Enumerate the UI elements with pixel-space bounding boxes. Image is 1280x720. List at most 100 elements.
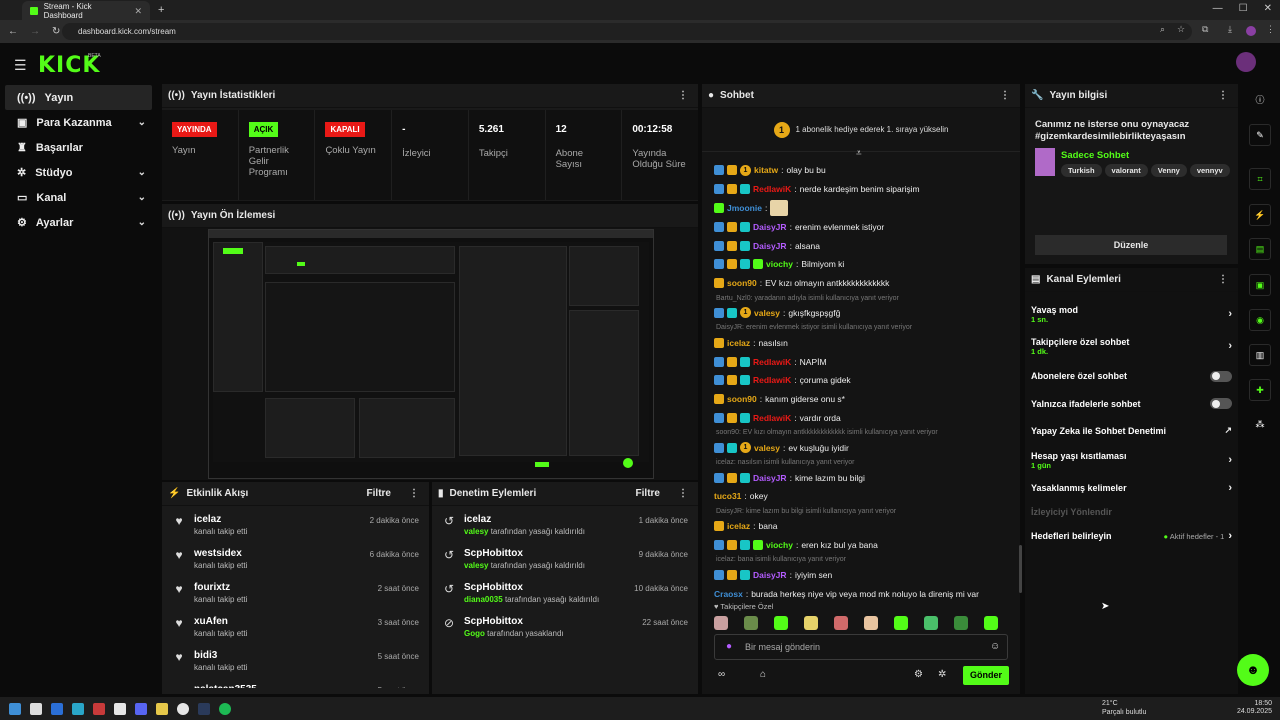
feed-user[interactable]: bidi3 bbox=[194, 650, 247, 661]
chat-tools-icon[interactable]: ✲ bbox=[938, 669, 946, 680]
tag-chip[interactable]: valorant bbox=[1104, 164, 1148, 177]
browser-tab[interactable]: Stream - Kick Dashboard ✕ bbox=[22, 1, 150, 21]
filter-button[interactable]: Filtre bbox=[367, 488, 391, 499]
mod-actor[interactable]: valesy bbox=[464, 527, 488, 536]
more-options-icon[interactable]: ⋮ bbox=[678, 488, 688, 499]
chat-username[interactable]: RedIawiK bbox=[753, 357, 791, 367]
minimize-icon[interactable]: — bbox=[1213, 3, 1223, 14]
more-options-icon[interactable]: ⋮ bbox=[1218, 90, 1228, 101]
emote-icon[interactable] bbox=[714, 616, 728, 630]
app-icon[interactable] bbox=[93, 702, 105, 715]
weather-widget[interactable]: 21°C Parçalı bulutlu bbox=[1102, 699, 1146, 717]
microphone-icon[interactable]: ● bbox=[726, 641, 732, 652]
lightning-icon[interactable]: ⚡ bbox=[1249, 204, 1271, 226]
sidebar-item-yayin[interactable]: ((•)) Yayın bbox=[5, 85, 152, 110]
app-icon[interactable] bbox=[51, 702, 63, 715]
new-tab-icon[interactable]: + bbox=[158, 4, 164, 16]
sidebar-item-para-kazanma[interactable]: ▣ Para Kazanma ⌄ bbox=[5, 110, 152, 135]
app-icon[interactable] bbox=[114, 702, 126, 715]
user-avatar[interactable] bbox=[1236, 52, 1256, 72]
edit-stream-info-button[interactable]: Düzenle bbox=[1035, 235, 1227, 255]
feed-user[interactable]: nalatcan3535 bbox=[194, 684, 257, 688]
apps-icon[interactable]: ⁂ bbox=[1249, 414, 1271, 436]
broadcast-icon[interactable]: ◉ bbox=[1249, 309, 1271, 331]
chat-username[interactable]: DaisyJR bbox=[753, 241, 787, 251]
chat-username[interactable]: kitatw bbox=[754, 165, 778, 175]
send-button[interactable]: Gönder bbox=[963, 666, 1009, 685]
more-options-icon[interactable]: ⋮ bbox=[409, 488, 419, 499]
more-options-icon[interactable]: ⋮ bbox=[1000, 90, 1010, 101]
emote-icon[interactable] bbox=[984, 616, 998, 630]
mod-target[interactable]: ScpHobittox bbox=[464, 548, 585, 559]
chat-settings-icon[interactable]: ⚙ bbox=[914, 669, 923, 680]
browser-menu-icon[interactable]: ⋮ bbox=[1266, 24, 1275, 35]
reload-icon[interactable]: ↻ bbox=[52, 26, 60, 37]
edit-pencil-icon[interactable]: ✎ bbox=[1249, 124, 1271, 146]
more-options-icon[interactable]: ⋮ bbox=[678, 90, 688, 101]
expand-pinned-icon[interactable]: ⩡ bbox=[856, 148, 862, 159]
tag-chip[interactable]: vennyv bbox=[1189, 164, 1230, 177]
profile-icon[interactable] bbox=[1246, 26, 1256, 36]
discord-icon[interactable] bbox=[135, 702, 147, 715]
sidebar-item-ayarlar[interactable]: ⚙ Ayarlar ⌄ bbox=[5, 210, 152, 235]
emote-icon[interactable] bbox=[894, 616, 908, 630]
chat-username[interactable]: soon90 bbox=[727, 278, 757, 288]
subscribers-only-toggle[interactable] bbox=[1210, 370, 1232, 382]
emote-icon[interactable] bbox=[774, 616, 788, 630]
chat-icon[interactable]: ▣ bbox=[1249, 274, 1271, 296]
close-tab-icon[interactable]: ✕ bbox=[134, 6, 142, 17]
ai-moderation-row[interactable]: Yapay Zeka ile Sohbet Denetimi ↗ bbox=[1025, 417, 1238, 444]
steam-icon[interactable] bbox=[198, 702, 210, 715]
set-goals-row[interactable]: Hedefleri belirleyin ● Aktif hedefler - … bbox=[1025, 524, 1238, 548]
emote-only-toggle[interactable] bbox=[1210, 398, 1232, 409]
slow-mode-row[interactable]: Yavaş mod 1 sn. › bbox=[1025, 298, 1238, 330]
more-options-icon[interactable]: ⋮ bbox=[1218, 274, 1228, 285]
emote-icon[interactable] bbox=[864, 616, 878, 630]
chat-scrollbar[interactable] bbox=[1019, 545, 1022, 593]
chat-username[interactable]: RedIawiK bbox=[753, 375, 791, 385]
store-icon[interactable]: ⌂ bbox=[760, 669, 766, 680]
chat-username[interactable]: valesy bbox=[754, 308, 780, 318]
wrench-icon[interactable]: ✚ bbox=[1249, 379, 1271, 401]
tag-chip[interactable]: Venny bbox=[1150, 164, 1187, 177]
close-window-icon[interactable]: ✕ bbox=[1264, 3, 1272, 14]
feed-user[interactable]: xuAfen bbox=[194, 616, 247, 627]
clock[interactable]: 18:50 24.09.2025 bbox=[1237, 700, 1272, 716]
chat-username[interactable]: viochy bbox=[766, 540, 793, 550]
stream-preview-video[interactable] bbox=[208, 229, 654, 479]
chat-username[interactable]: Craosx bbox=[714, 589, 743, 599]
chat-username[interactable]: Jmoonie bbox=[727, 203, 762, 213]
zoom-icon[interactable]: ⌕ bbox=[1160, 24, 1165, 35]
clipboard-icon[interactable]: ▤ bbox=[1249, 238, 1271, 260]
chrome-icon[interactable] bbox=[177, 702, 189, 715]
feed-user[interactable]: fourixtz bbox=[194, 582, 247, 593]
mod-target[interactable]: ScpHobittox bbox=[464, 582, 599, 593]
chat-username[interactable]: tuco31 bbox=[714, 491, 741, 501]
url-field[interactable]: dashboard.kick.com/stream bbox=[62, 23, 1192, 40]
chat-username[interactable]: viochy bbox=[766, 259, 793, 269]
emote-icon[interactable] bbox=[954, 616, 968, 630]
chat-username[interactable]: DaisyJR bbox=[753, 570, 787, 580]
clip-icon[interactable]: ⌗ bbox=[1249, 168, 1271, 190]
help-chat-button[interactable]: ☻ bbox=[1237, 654, 1269, 686]
sidebar-item-basarilar[interactable]: ♜ Başarılar bbox=[5, 135, 152, 160]
bookmark-star-icon[interactable]: ☆ bbox=[1177, 24, 1185, 35]
chat-username[interactable]: RedIawiK bbox=[753, 184, 791, 194]
emote-icon[interactable] bbox=[744, 616, 758, 630]
info-icon[interactable]: ⓘ bbox=[1249, 90, 1271, 112]
folder-icon[interactable] bbox=[156, 702, 168, 715]
emoji-icon[interactable]: ☺ bbox=[990, 641, 1000, 652]
back-icon[interactable]: ← bbox=[8, 26, 18, 37]
banned-words-row[interactable]: Yasaklanmış kelimeler › bbox=[1025, 476, 1238, 500]
chat-username[interactable]: DaisyJR bbox=[753, 473, 787, 483]
chat-username[interactable]: RedIawiK bbox=[753, 413, 791, 423]
chat-username[interactable]: icelaz bbox=[727, 521, 750, 531]
chat-username[interactable]: icelaz bbox=[727, 338, 750, 348]
extensions-icon[interactable]: ⧉ bbox=[1202, 24, 1208, 35]
sidebar-item-studyo[interactable]: ✲ Stüdyo ⌄ bbox=[5, 160, 152, 185]
feed-user[interactable]: icelaz bbox=[194, 514, 247, 525]
forward-icon[interactable]: → bbox=[30, 26, 40, 37]
mod-actor[interactable]: valesy bbox=[464, 561, 488, 570]
account-age-row[interactable]: Hesap yaşı kısıtlaması 1 gün › bbox=[1025, 444, 1238, 476]
tag-chip[interactable]: Turkish bbox=[1061, 164, 1102, 177]
